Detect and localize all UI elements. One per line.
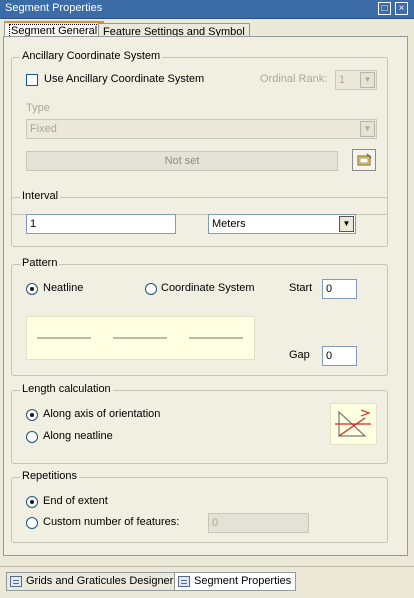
ancillary-group-label: Ancillary Coordinate System [20, 50, 163, 62]
custom-number-input: 0 [208, 513, 309, 533]
type-label: Type [26, 102, 50, 114]
interval-group-label: Interval [20, 190, 61, 202]
along-neatline-label: Along neatline [43, 430, 113, 442]
custom-number-label: Custom number of features: [43, 516, 180, 528]
gap-label: Gap [289, 349, 310, 361]
properties-icon [357, 153, 372, 166]
along-axis-radio[interactable] [26, 409, 38, 421]
length-calculation-icon [330, 403, 377, 445]
repetitions-group-label: Repetitions [20, 470, 80, 482]
along-neatline-radio[interactable] [26, 431, 38, 443]
use-ancillary-checkbox[interactable] [26, 74, 38, 86]
segment-properties-icon [178, 576, 190, 587]
chevron-down-icon: ▼ [339, 216, 354, 232]
segment-general-panel: Ancillary Coordinate System Use Ancillar… [3, 36, 408, 556]
use-ancillary-label: Use Ancillary Coordinate System [44, 73, 205, 85]
gap-value: 0 [326, 350, 333, 362]
pattern-group-label: Pattern [20, 257, 60, 269]
ordinal-rank-label: Ordinal Rank: [260, 73, 328, 85]
bottom-tab-grids-designer-label: Grids and Graticules Designer [26, 575, 174, 587]
ordinal-rank-select: 1 ▼ [335, 70, 377, 90]
pattern-neatline-label: Neatline [43, 282, 84, 294]
window-title: Segment Properties [5, 2, 103, 14]
end-of-extent-label: End of extent [43, 495, 108, 507]
length-calculation-group: Length calculation Along axis of orienta… [11, 383, 388, 464]
pattern-preview-lines [37, 337, 243, 339]
pattern-preview [26, 316, 255, 360]
bottom-tab-segment-properties-label: Segment Properties [194, 575, 292, 587]
browse-coordinate-system-button[interactable] [352, 149, 376, 171]
bottom-tab-segment-properties[interactable]: Segment Properties [174, 572, 297, 591]
ordinal-rank-value: 1 [339, 74, 346, 86]
pattern-coordinate-system-label: Coordinate System [161, 282, 255, 294]
interval-units-select[interactable]: Meters ▼ [208, 214, 356, 234]
pattern-neatline-radio[interactable] [26, 283, 38, 295]
interval-group: Interval 1 Meters ▼ [11, 190, 388, 247]
interval-value: 1 [30, 218, 37, 230]
gap-input[interactable]: 0 [322, 346, 357, 366]
pattern-coordinate-system-radio[interactable] [145, 283, 157, 295]
bottom-tab-bar: Grids and Graticules Designer Segment Pr… [0, 566, 414, 598]
chevron-down-icon: ▼ [360, 121, 375, 137]
coordinate-system-field: Not set [26, 151, 338, 171]
custom-number-value: 0 [212, 517, 219, 529]
grids-designer-icon [10, 576, 22, 587]
window-titlebar: Segment Properties □ × [0, 0, 414, 19]
interval-units-value: Meters [212, 218, 246, 230]
chevron-down-icon: ▼ [360, 72, 375, 88]
pattern-group: Pattern Neatline Coordinate System Start… [11, 257, 388, 376]
start-value: 0 [326, 283, 333, 295]
length-calculation-group-label: Length calculation [20, 383, 113, 395]
coordinate-system-value: Not set [164, 155, 200, 167]
interval-input[interactable]: 1 [26, 214, 176, 234]
start-label: Start [289, 282, 313, 294]
ancillary-group: Ancillary Coordinate System Use Ancillar… [11, 50, 388, 215]
close-button[interactable]: × [395, 2, 408, 15]
custom-number-radio[interactable] [26, 517, 38, 529]
repetitions-group: Repetitions End of extent Custom number … [11, 470, 388, 543]
type-value: Fixed [30, 123, 57, 135]
bottom-tab-grids-designer[interactable]: Grids and Graticules Designer [6, 572, 179, 591]
pin-button[interactable]: □ [378, 2, 391, 15]
end-of-extent-radio[interactable] [26, 496, 38, 508]
type-select: Fixed ▼ [26, 119, 377, 139]
along-axis-label: Along axis of orientation [43, 408, 161, 420]
start-input[interactable]: 0 [322, 279, 357, 299]
